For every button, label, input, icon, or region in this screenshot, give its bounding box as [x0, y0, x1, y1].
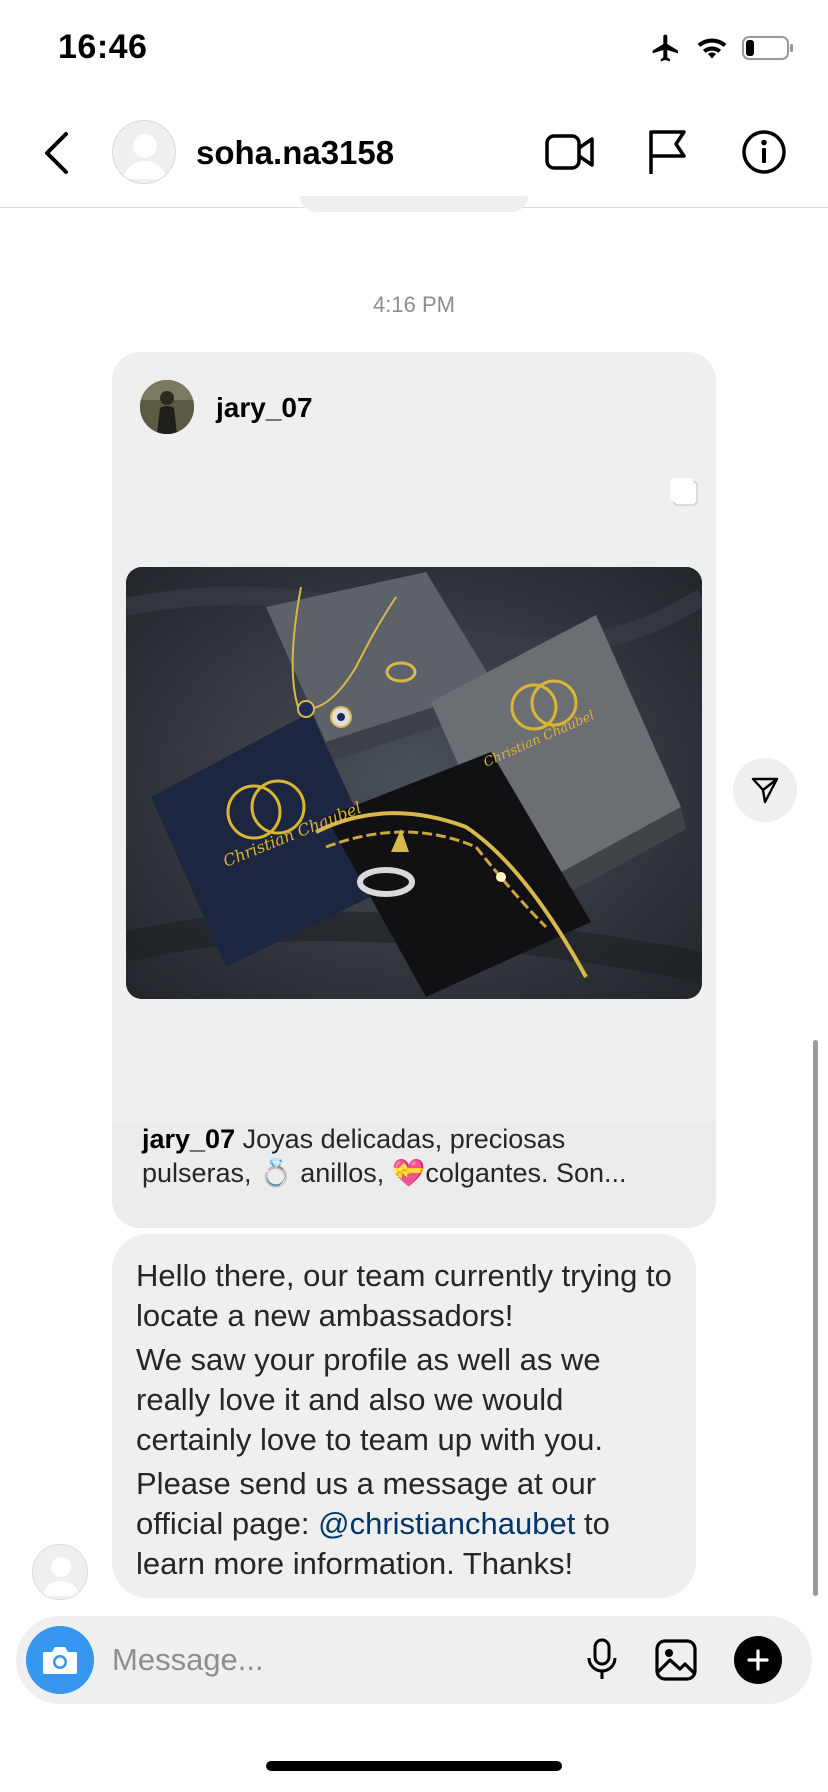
caption-text-2a: pulseras,	[142, 1158, 260, 1188]
microphone-icon	[587, 1638, 617, 1679]
caption-text-1: Joyas delicadas, preciosas	[235, 1124, 566, 1154]
message-bubble[interactable]: Hello there, our team currently trying t…	[112, 1234, 696, 1598]
camera-icon	[43, 1647, 77, 1674]
caption-text-2b: anillos,	[292, 1158, 392, 1188]
message-paragraph-3: Please send us a message at our official…	[136, 1464, 672, 1584]
message-paragraph-1: Hello there, our team currently trying t…	[136, 1258, 672, 1333]
caption-text-2c: colgantes. Son...	[425, 1158, 627, 1188]
ring-emoji: 💍	[259, 1158, 293, 1188]
send-icon	[751, 777, 779, 804]
wifi-icon	[696, 35, 728, 66]
previous-message-edge	[300, 196, 528, 212]
message-composer	[16, 1616, 812, 1704]
battery-icon	[742, 35, 794, 66]
status-time: 16:46	[58, 28, 148, 66]
voice-message-button[interactable]	[578, 1636, 626, 1684]
video-call-button[interactable]	[542, 124, 598, 180]
share-post-button[interactable]	[733, 758, 797, 822]
shared-post[interactable]: jary_07 Christian Chaubel Christian Chau…	[112, 352, 716, 1228]
scrollbar[interactable]	[813, 1040, 818, 1596]
info-button[interactable]	[736, 124, 792, 180]
back-button[interactable]	[36, 128, 76, 178]
mention-link[interactable]: @christianchaubet	[318, 1506, 575, 1541]
post-author-avatar[interactable]	[140, 380, 194, 434]
heart-emoji: 💝	[391, 1158, 426, 1188]
more-options-button[interactable]	[734, 1636, 782, 1684]
contact-username[interactable]: soha.na3158	[196, 134, 394, 172]
caption-author: jary_07	[142, 1124, 236, 1154]
home-indicator	[266, 1761, 562, 1771]
message-paragraph-2: We saw your profile as well as we really…	[136, 1342, 603, 1457]
airplane-icon	[650, 32, 682, 69]
back-chevron-icon	[45, 132, 68, 174]
post-image[interactable]: Christian Chaubel Christian Chaubel	[126, 567, 702, 999]
sender-avatar[interactable]	[32, 1544, 88, 1600]
message-input[interactable]	[112, 1634, 472, 1686]
post-caption: jary_07 Joyas delicadas, preciosas pulse…	[112, 1122, 716, 1228]
info-icon	[742, 130, 786, 174]
video-call-icon	[545, 134, 594, 170]
post-author-username[interactable]: jary_07	[216, 392, 313, 424]
message-text: Hello there, our team currently trying t…	[136, 1256, 672, 1584]
gallery-button[interactable]	[652, 1636, 700, 1684]
plus-icon	[747, 1649, 769, 1671]
caption-line-2: pulseras, 💍 anillos, 💝colgantes. Son...	[142, 1156, 686, 1190]
chat-header: soha.na3158	[0, 100, 828, 208]
camera-button[interactable]	[26, 1626, 94, 1694]
flag-icon	[649, 130, 686, 174]
carousel-icon	[668, 476, 700, 508]
status-bar: 16:46	[0, 0, 828, 100]
report-button[interactable]	[640, 124, 696, 180]
gallery-icon	[655, 1639, 697, 1681]
contact-avatar[interactable]	[112, 120, 176, 184]
message-timestamp: 4:16 PM	[373, 292, 455, 317]
caption-line-1: jary_07 Joyas delicadas, preciosas	[142, 1122, 686, 1156]
status-icons	[650, 32, 794, 69]
